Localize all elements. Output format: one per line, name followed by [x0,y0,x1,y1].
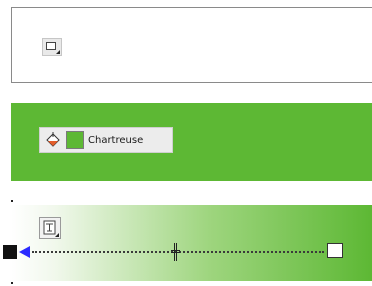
gradient-icon[interactable] [39,217,61,239]
solid-fill-panel: Chartreuse [11,103,372,181]
gradient-end-stop[interactable] [327,243,343,258]
gradient-midpoint-handle[interactable] [171,243,180,261]
gradient-fill-panel [11,205,372,281]
color-picker-chip[interactable]: Chartreuse [39,127,173,153]
dropdown-corner-icon [56,50,60,54]
no-fill-panel [11,7,372,83]
dropdown-corner-icon [55,233,59,237]
paint-bucket-icon[interactable] [44,131,62,149]
color-name-label: Chartreuse [88,134,144,146]
fill-square-icon[interactable] [42,38,62,56]
gradient-background [11,205,372,281]
gradient-start-arrow-icon [19,246,30,258]
color-swatch[interactable] [66,131,84,149]
fill-square-inner [46,42,56,50]
selection-handle-bottom[interactable] [11,282,13,284]
gradient-start-stop[interactable] [3,245,17,259]
midpoint-crossbar [171,250,180,253]
selection-handle-top[interactable] [11,200,13,202]
